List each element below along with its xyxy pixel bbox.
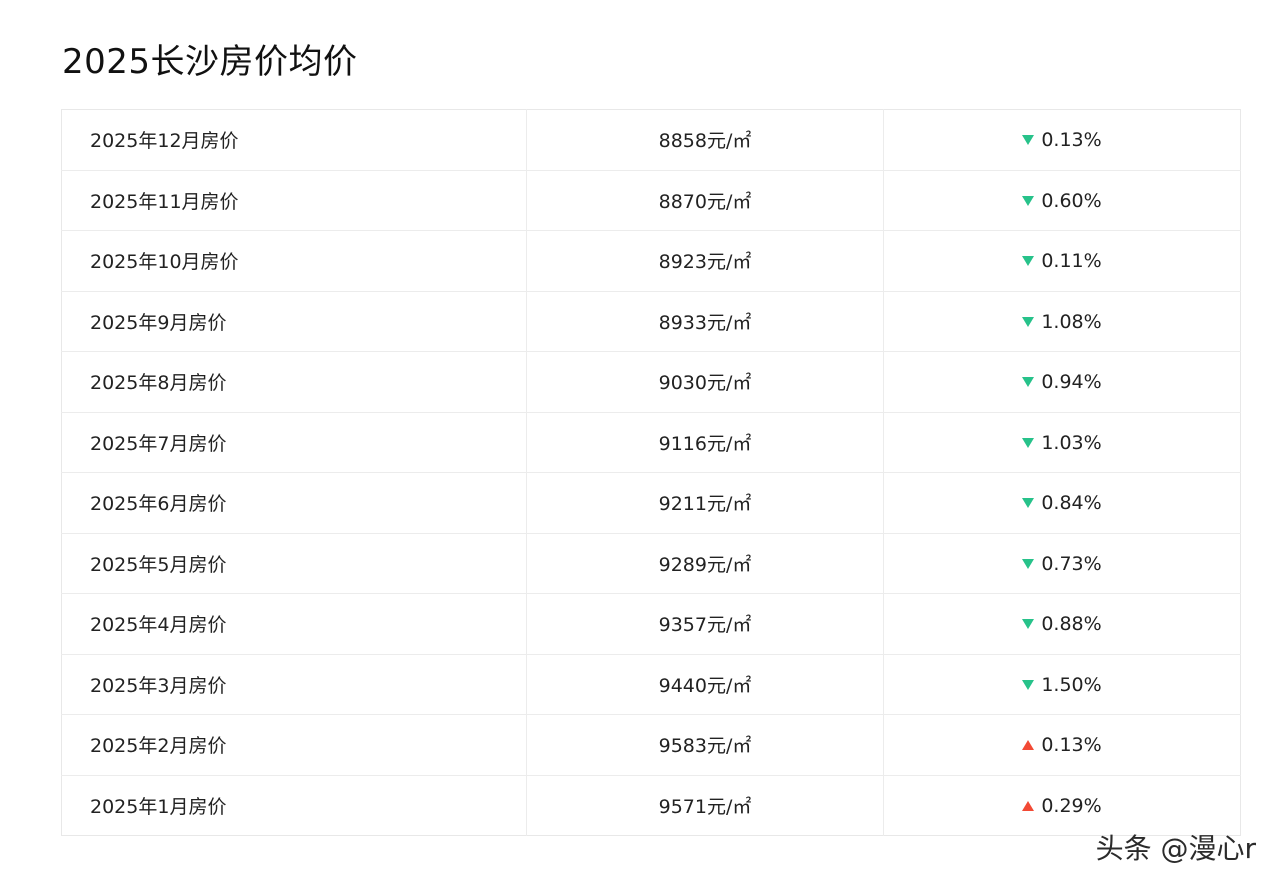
change-indicator: 0.13% — [1022, 129, 1102, 152]
month-cell: 2025年3月房价 — [61, 654, 527, 715]
month-cell: 2025年2月房价 — [61, 714, 527, 776]
page-title: 2025长沙房价均价 — [62, 42, 358, 82]
change-indicator: 0.88% — [1022, 613, 1102, 636]
change-value: 0.11% — [1041, 250, 1102, 273]
triangle-down-icon — [1022, 679, 1035, 690]
price-cell: 9357元/㎡ — [526, 593, 884, 655]
price-cell: 8933元/㎡ — [526, 291, 884, 352]
change-value: 0.94% — [1041, 371, 1102, 394]
table-row: 2025年7月房价 9116元/㎡ 1.03% — [61, 412, 1241, 473]
table-row: 2025年6月房价 9211元/㎡ 0.84% — [61, 472, 1241, 534]
price-cell: 8923元/㎡ — [526, 230, 884, 292]
price-cell: 9289元/㎡ — [526, 533, 884, 594]
month-cell: 2025年7月房价 — [61, 412, 527, 473]
change-value: 1.03% — [1041, 431, 1102, 454]
change-cell: 0.13% — [883, 109, 1241, 171]
change-value: 0.60% — [1041, 189, 1102, 212]
change-indicator: 0.29% — [1022, 794, 1102, 817]
change-cell: 0.88% — [883, 593, 1241, 655]
table-body: 2025年12月房价 8858元/㎡ 0.13% 2025年11月房价 8870元/㎡ 0… — [61, 109, 1241, 836]
month-cell: 2025年12月房价 — [61, 109, 527, 171]
change-value: 1.50% — [1041, 673, 1102, 696]
change-value: 1.08% — [1041, 310, 1102, 333]
triangle-down-icon — [1022, 195, 1035, 206]
change-indicator: 0.60% — [1022, 189, 1102, 212]
table-row: 2025年2月房价 9583元/㎡ 0.13% — [61, 714, 1241, 776]
change-indicator: 0.11% — [1022, 250, 1102, 273]
price-cell: 9583元/㎡ — [526, 714, 884, 776]
table-row: 2025年1月房价 9571元/㎡ 0.29% — [62, 775, 1241, 836]
change-value: 0.13% — [1041, 129, 1102, 152]
triangle-up-icon — [1022, 740, 1035, 751]
change-cell: 0.84% — [883, 472, 1241, 534]
watermark: 头条 @漫心r — [1095, 832, 1256, 865]
month-cell: 2025年9月房价 — [61, 291, 527, 352]
triangle-down-icon — [1022, 256, 1035, 267]
triangle-up-icon — [1022, 800, 1035, 811]
change-indicator: 0.13% — [1022, 734, 1102, 757]
table-row: 2025年12月房价 8858元/㎡ 0.13% — [61, 109, 1241, 171]
month-cell: 2025年6月房价 — [61, 472, 527, 534]
table-row: 2025年3月房价 9440元/㎡ 1.50% — [61, 654, 1241, 715]
month-cell: 2025年5月房价 — [61, 533, 527, 594]
table-row: 2025年5月房价 9289元/㎡ 0.73% — [61, 533, 1241, 594]
table-row: 2025年4月房价 9357元/㎡ 0.88% — [61, 593, 1241, 655]
table-row: 2025年9月房价 8933元/㎡ 1.08% — [61, 291, 1241, 352]
change-indicator: 0.84% — [1022, 492, 1102, 515]
change-value: 0.84% — [1041, 492, 1102, 515]
price-cell: 9571元/㎡ — [526, 775, 884, 836]
change-value: 0.29% — [1041, 794, 1102, 817]
triangle-down-icon — [1022, 437, 1035, 448]
change-cell: 0.73% — [883, 533, 1241, 594]
table-row: 2025年11月房价 8870元/㎡ 0.60% — [61, 170, 1241, 231]
triangle-down-icon — [1022, 135, 1035, 146]
price-cell: 9440元/㎡ — [526, 654, 884, 715]
change-value: 0.13% — [1041, 734, 1102, 757]
change-indicator: 1.03% — [1022, 431, 1102, 454]
price-cell: 9116元/㎡ — [526, 412, 884, 473]
change-cell: 0.11% — [883, 230, 1241, 292]
triangle-down-icon — [1022, 558, 1035, 569]
table-row: 2025年8月房价 9030元/㎡ 0.94% — [61, 351, 1241, 413]
table-row: 2025年10月房价 8923元/㎡ 0.11% — [61, 230, 1241, 292]
change-cell: 1.08% — [883, 291, 1241, 352]
triangle-down-icon — [1022, 316, 1035, 327]
change-value: 0.88% — [1041, 613, 1102, 636]
month-cell: 2025年4月房价 — [61, 593, 527, 655]
price-table: 2025年12月房价 8858元/㎡ 0.13% 2025年11月房价 8870元/㎡ 0… — [61, 109, 1241, 836]
change-cell: 0.13% — [883, 714, 1241, 776]
change-indicator: 0.73% — [1022, 552, 1102, 575]
month-cell: 2025年10月房价 — [61, 230, 527, 292]
price-cell: 9030元/㎡ — [526, 351, 884, 413]
month-cell: 2025年11月房价 — [61, 170, 527, 231]
month-cell: 2025年1月房价 — [90, 795, 227, 818]
change-indicator: 1.08% — [1022, 310, 1102, 333]
triangle-down-icon — [1022, 377, 1035, 388]
change-indicator: 0.94% — [1022, 371, 1102, 394]
price-cell: 9211元/㎡ — [526, 472, 884, 534]
change-cell: 0.60% — [883, 170, 1241, 231]
price-cell: 8858元/㎡ — [526, 109, 884, 171]
change-cell: 1.03% — [883, 412, 1241, 473]
change-indicator: 1.50% — [1022, 673, 1102, 696]
change-value: 0.73% — [1041, 552, 1102, 575]
triangle-down-icon — [1022, 498, 1035, 509]
change-cell: 0.94% — [883, 351, 1241, 413]
month-cell: 2025年8月房价 — [61, 351, 527, 413]
triangle-down-icon — [1022, 619, 1035, 630]
change-cell: 1.50% — [883, 654, 1241, 715]
price-cell: 8870元/㎡ — [526, 170, 884, 231]
